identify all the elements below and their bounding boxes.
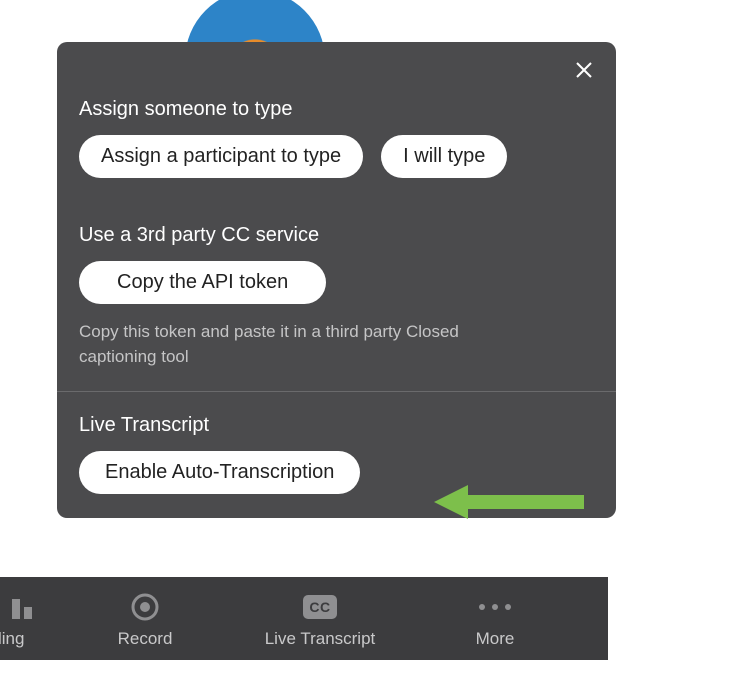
third-party-heading: Use a 3rd party CC service <box>79 224 594 247</box>
copy-api-token-button[interactable]: Copy the API token <box>79 261 326 304</box>
i-will-type-button[interactable]: I will type <box>381 135 507 178</box>
toolbar-record-button[interactable]: Record <box>70 577 220 660</box>
more-icon <box>476 589 514 625</box>
toolbar-polling-button[interactable]: ling <box>0 577 70 660</box>
close-icon[interactable] <box>570 56 598 84</box>
enable-auto-transcription-button[interactable]: Enable Auto-Transcription <box>79 451 360 494</box>
polling-icon <box>10 589 38 625</box>
toolbar-live-transcript-label: Live Transcript <box>265 629 376 649</box>
enable-auto-row: Enable Auto-Transcription <box>79 451 594 494</box>
record-icon <box>130 589 160 625</box>
copy-token-row: Copy the API token <box>79 261 594 304</box>
copy-token-helper-text: Copy this token and paste it in a third … <box>79 320 509 369</box>
live-transcript-heading: Live Transcript <box>79 414 594 437</box>
meeting-toolbar: ling Record CC Live Transcript More <box>0 577 608 660</box>
toolbar-live-transcript-button[interactable]: CC Live Transcript <box>220 577 420 660</box>
assign-heading: Assign someone to type <box>79 98 594 121</box>
toolbar-record-label: Record <box>118 629 173 649</box>
assign-participant-button[interactable]: Assign a participant to type <box>79 135 363 178</box>
toolbar-more-label: More <box>476 629 515 649</box>
cc-icon: CC <box>303 589 336 625</box>
divider <box>57 391 616 392</box>
toolbar-more-button[interactable]: More <box>420 577 570 660</box>
toolbar-polling-label: ling <box>0 629 24 649</box>
assign-button-row: Assign a participant to type I will type <box>79 135 594 178</box>
closed-caption-popup: Assign someone to type Assign a particip… <box>57 42 616 518</box>
